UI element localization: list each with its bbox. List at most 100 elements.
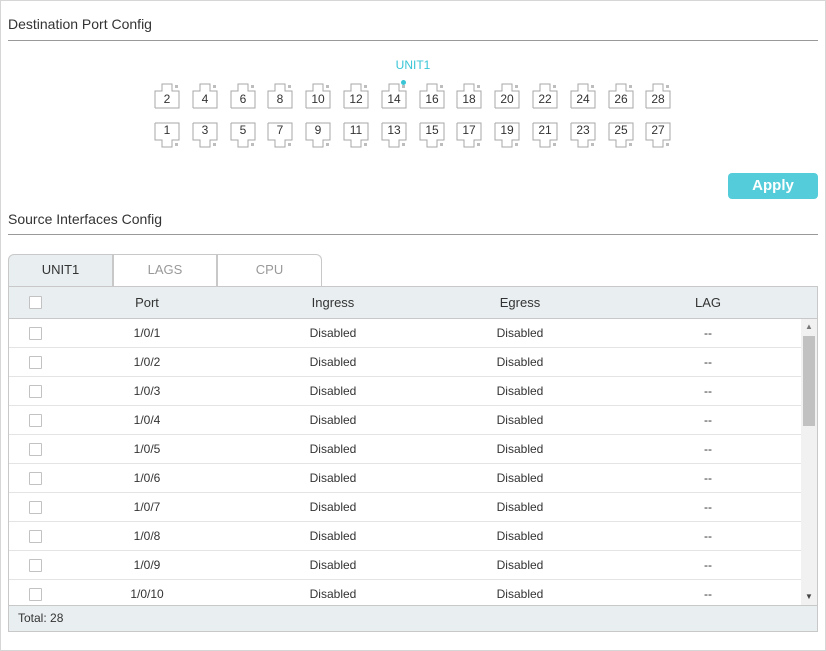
row-checkbox[interactable] bbox=[29, 530, 42, 543]
destination-divider bbox=[8, 40, 818, 41]
cell-lag: -- bbox=[704, 384, 712, 398]
row-checkbox[interactable] bbox=[29, 385, 42, 398]
table-row[interactable]: 1/0/8 Disabled Disabled -- bbox=[9, 522, 801, 551]
port-number: 15 bbox=[425, 123, 439, 137]
table-row[interactable]: 1/0/9 Disabled Disabled -- bbox=[9, 551, 801, 580]
cell-port: 1/0/1 bbox=[133, 326, 161, 340]
port-7[interactable]: 7 bbox=[267, 122, 293, 148]
cell-egress: Disabled bbox=[496, 384, 544, 398]
port-number: 23 bbox=[576, 123, 590, 137]
cell-ingress: Disabled bbox=[309, 587, 357, 601]
port-20[interactable]: 20 bbox=[494, 83, 520, 109]
port-24[interactable]: 24 bbox=[570, 83, 596, 109]
cell-lag: -- bbox=[704, 558, 712, 572]
port-22[interactable]: 22 bbox=[532, 83, 558, 109]
port-17[interactable]: 17 bbox=[456, 122, 482, 148]
cell-egress: Disabled bbox=[496, 558, 544, 572]
port-15[interactable]: 15 bbox=[419, 122, 445, 148]
port-number: 10 bbox=[311, 92, 325, 106]
row-checkbox[interactable] bbox=[29, 559, 42, 572]
port-number: 7 bbox=[276, 123, 284, 137]
cell-lag: -- bbox=[704, 355, 712, 369]
cell-lag: -- bbox=[704, 529, 712, 543]
cell-egress: Disabled bbox=[496, 355, 544, 369]
source-table: Port Ingress Egress LAG 1/0/1 Disabled Dis… bbox=[8, 286, 818, 632]
port-10[interactable]: 10 bbox=[305, 83, 331, 109]
port-16[interactable]: 16 bbox=[419, 83, 445, 109]
source-section-title: Source Interfaces Config bbox=[8, 211, 163, 227]
cell-ingress: Disabled bbox=[309, 500, 357, 514]
port-21[interactable]: 21 bbox=[532, 122, 558, 148]
cell-port: 1/0/7 bbox=[133, 500, 161, 514]
table-row[interactable]: 1/0/10 Disabled Disabled -- bbox=[9, 580, 801, 605]
scroll-up-icon[interactable]: ▲ bbox=[801, 319, 817, 335]
port-3[interactable]: 3 bbox=[192, 122, 218, 148]
cell-lag: -- bbox=[704, 500, 712, 514]
select-all-checkbox[interactable] bbox=[29, 296, 42, 309]
port-5[interactable]: 5 bbox=[230, 122, 256, 148]
port-1[interactable]: 1 bbox=[154, 122, 180, 148]
cell-egress: Disabled bbox=[496, 529, 544, 543]
table-row[interactable]: 1/0/5 Disabled Disabled -- bbox=[9, 435, 801, 464]
port-number: 20 bbox=[500, 92, 514, 106]
cell-lag: -- bbox=[704, 587, 712, 601]
port-4[interactable]: 4 bbox=[192, 83, 218, 109]
port-2[interactable]: 2 bbox=[154, 83, 180, 109]
table-row[interactable]: 1/0/2 Disabled Disabled -- bbox=[9, 348, 801, 377]
column-header-lag: LAG bbox=[694, 295, 721, 310]
port-28[interactable]: 28 bbox=[645, 83, 671, 109]
apply-button[interactable]: Apply bbox=[728, 173, 818, 199]
cell-port: 1/0/9 bbox=[133, 558, 161, 572]
port-25[interactable]: 25 bbox=[608, 122, 634, 148]
row-checkbox[interactable] bbox=[29, 356, 42, 369]
port-number: 25 bbox=[614, 123, 628, 137]
port-number: 8 bbox=[276, 92, 284, 106]
row-checkbox[interactable] bbox=[29, 443, 42, 456]
tab-unit1[interactable]: UNIT1 bbox=[8, 254, 113, 286]
port-12[interactable]: 12 bbox=[343, 83, 369, 109]
port-number: 16 bbox=[425, 92, 439, 106]
port-26[interactable]: 26 bbox=[608, 83, 634, 109]
cell-port: 1/0/5 bbox=[133, 442, 161, 456]
tab-lags[interactable]: LAGS bbox=[113, 254, 217, 286]
port-23[interactable]: 23 bbox=[570, 122, 596, 148]
port-6[interactable]: 6 bbox=[230, 83, 256, 109]
table-row[interactable]: 1/0/4 Disabled Disabled -- bbox=[9, 406, 801, 435]
port-number: 3 bbox=[201, 123, 209, 137]
port-number: 18 bbox=[462, 92, 476, 106]
row-checkbox[interactable] bbox=[29, 501, 42, 514]
port-19[interactable]: 19 bbox=[494, 122, 520, 148]
table-body: 1/0/1 Disabled Disabled -- 1/0/2 Disabled Disa… bbox=[9, 319, 801, 605]
table-header: Port Ingress Egress LAG bbox=[9, 287, 817, 319]
port-number: 26 bbox=[614, 92, 628, 106]
scroll-down-icon[interactable]: ▼ bbox=[801, 589, 817, 605]
port-14[interactable]: 14 bbox=[381, 80, 407, 109]
port-number: 9 bbox=[314, 123, 322, 137]
row-checkbox[interactable] bbox=[29, 588, 42, 601]
port-number: 21 bbox=[538, 123, 552, 137]
port-8[interactable]: 8 bbox=[267, 83, 293, 109]
cell-egress: Disabled bbox=[496, 326, 544, 340]
port-13[interactable]: 13 bbox=[381, 122, 407, 148]
cell-egress: Disabled bbox=[496, 413, 544, 427]
table-row[interactable]: 1/0/7 Disabled Disabled -- bbox=[9, 493, 801, 522]
row-checkbox[interactable] bbox=[29, 472, 42, 485]
port-9[interactable]: 9 bbox=[305, 122, 331, 148]
table-row[interactable]: 1/0/1 Disabled Disabled -- bbox=[9, 319, 801, 348]
tab-cpu[interactable]: CPU bbox=[217, 254, 322, 286]
total-count: Total: 28 bbox=[18, 611, 64, 625]
table-row[interactable]: 1/0/3 Disabled Disabled -- bbox=[9, 377, 801, 406]
port-number: 27 bbox=[651, 123, 665, 137]
row-checkbox[interactable] bbox=[29, 414, 42, 427]
table-scrollbar[interactable]: ▲ ▼ bbox=[801, 319, 817, 605]
column-header-ingress: Ingress bbox=[311, 295, 355, 310]
cell-lag: -- bbox=[704, 326, 712, 340]
port-11[interactable]: 11 bbox=[343, 122, 369, 148]
port-18[interactable]: 18 bbox=[456, 83, 482, 109]
port-number: 12 bbox=[349, 92, 363, 106]
port-27[interactable]: 27 bbox=[645, 122, 671, 148]
row-checkbox[interactable] bbox=[29, 327, 42, 340]
table-row[interactable]: 1/0/6 Disabled Disabled -- bbox=[9, 464, 801, 493]
scroll-thumb[interactable] bbox=[803, 336, 815, 426]
cell-port: 1/0/3 bbox=[133, 384, 161, 398]
